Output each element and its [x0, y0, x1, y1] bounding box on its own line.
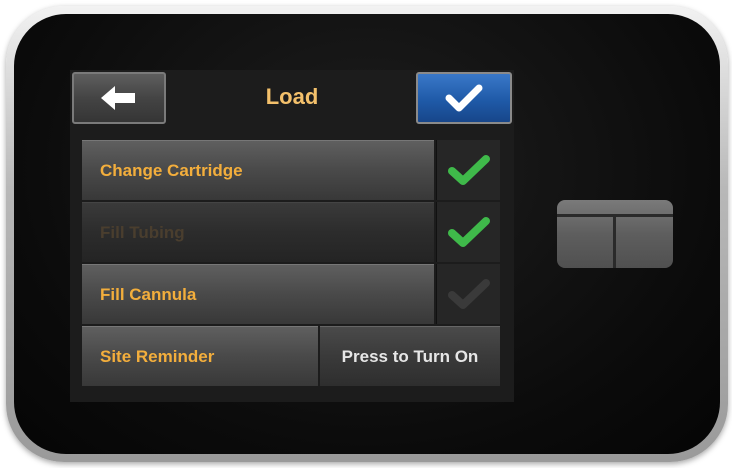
site-reminder-button[interactable]: Site Reminder	[82, 326, 318, 386]
fill-cannula-button[interactable]: Fill Cannula	[82, 264, 434, 324]
fill-tubing-button: Fill Tubing	[82, 202, 434, 262]
row-label: Fill Cannula	[100, 285, 197, 304]
press-to-turn-on-button[interactable]: Press to Turn On	[320, 326, 500, 386]
row-label: Change Cartridge	[100, 161, 243, 180]
arrow-left-icon	[101, 86, 135, 110]
t-side-button[interactable]	[557, 200, 673, 268]
checkmark-icon	[445, 84, 483, 112]
gray-check-icon	[447, 279, 490, 309]
row-label: Site Reminder	[100, 347, 215, 366]
row-label: Fill Tubing	[100, 223, 185, 242]
back-button[interactable]	[72, 72, 166, 124]
green-check-icon	[447, 217, 490, 247]
status-check	[436, 264, 500, 324]
green-check-icon	[447, 155, 490, 185]
screen-header: Load	[70, 70, 514, 126]
status-check	[436, 140, 500, 200]
confirm-button[interactable]	[416, 72, 512, 124]
t-logo-icon	[557, 214, 673, 268]
status-check	[436, 202, 500, 262]
touch-screen: Load Change Cartridge Fill Tubing Fill C…	[70, 70, 514, 402]
page-title: Load	[265, 84, 319, 109]
change-cartridge-button[interactable]: Change Cartridge	[82, 140, 434, 200]
